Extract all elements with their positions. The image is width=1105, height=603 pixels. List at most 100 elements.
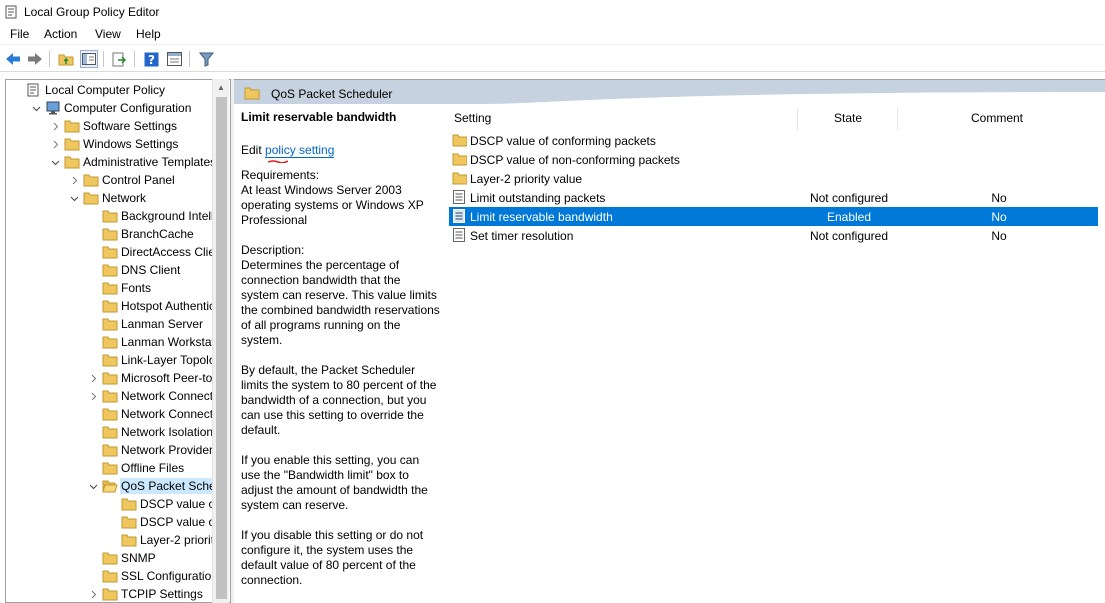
tree-item[interactable]: Lanman Server [6, 315, 215, 333]
scroll-up-icon[interactable]: ▲ [217, 83, 225, 92]
menu-file[interactable]: File [10, 27, 29, 41]
tree-item[interactable]: Fonts [6, 279, 215, 297]
tree-item[interactable]: DirectAccess Client I [6, 243, 215, 261]
folder-icon [452, 134, 467, 147]
tree-item[interactable]: Administrative Templates [6, 153, 215, 171]
column-separator[interactable] [797, 108, 798, 130]
column-header-setting[interactable]: Setting [454, 106, 491, 130]
tree-item[interactable]: Local Computer Policy [6, 81, 215, 99]
tree-item-label: Windows Settings [83, 137, 179, 151]
tree-item[interactable]: QoS Packet Schedul [6, 477, 215, 495]
folder-icon [102, 336, 118, 349]
column-header-comment[interactable]: Comment [971, 106, 1023, 130]
setting-row[interactable]: Layer-2 priority value [449, 169, 1098, 188]
tree-item[interactable]: Network [6, 189, 215, 207]
console-tree[interactable]: Local Computer Policy Computer Configurat… [5, 79, 230, 603]
show-hide-tree-icon [82, 53, 96, 65]
setting-row[interactable]: DSCP value of non-conforming packets [449, 150, 1098, 169]
properties-button[interactable] [165, 50, 183, 68]
folder-icon [83, 192, 99, 205]
tree-item[interactable]: Network Connection [6, 387, 215, 405]
tree-item-label: TCPIP Settings [121, 587, 203, 601]
tree-item-label: Background Intellige [121, 209, 215, 223]
folder-icon [452, 172, 467, 185]
setting-name: DSCP value of non-conforming packets [470, 153, 680, 167]
tree-item[interactable]: Background Intellige [6, 207, 215, 225]
tree-item[interactable]: Network Isolation [6, 423, 215, 441]
tree-item-label: Administrative Templates [83, 155, 215, 169]
setting-row[interactable]: Limit reservable bandwidth Enabled No [449, 207, 1098, 226]
folder-icon [102, 300, 118, 313]
tree-item[interactable]: Computer Configuration [6, 99, 215, 117]
tree-item-label: Lanman Workstation [121, 335, 215, 349]
column-separator[interactable] [897, 108, 898, 130]
computer-icon [46, 101, 60, 115]
help-button[interactable]: ? [142, 50, 160, 68]
menu-action[interactable]: Action [44, 27, 77, 41]
folder-icon [102, 246, 118, 259]
menu-help[interactable]: Help [136, 27, 161, 41]
tree-item-label: SNMP [121, 551, 156, 565]
tree-item[interactable]: Offline Files [6, 459, 215, 477]
setting-row[interactable]: Set timer resolution Not configured No [449, 226, 1098, 245]
tree-item[interactable]: Hotspot Authenticati [6, 297, 215, 315]
scrollbar-thumb[interactable] [216, 97, 227, 599]
chevron-down-icon[interactable] [69, 193, 79, 203]
tree-item[interactable]: DNS Client [6, 261, 215, 279]
chevron-down-icon[interactable] [31, 103, 41, 113]
tree-item[interactable]: Windows Settings [6, 135, 215, 153]
chevron-right-icon[interactable] [88, 391, 98, 401]
chevron-right-icon[interactable] [50, 139, 60, 149]
setting-comment: No [991, 229, 1007, 243]
setting-comment: No [991, 210, 1007, 224]
tree-item[interactable]: Microsoft Peer-to-P [6, 369, 215, 387]
folder-icon [121, 498, 137, 511]
chevron-right-icon[interactable] [88, 373, 98, 383]
extended-description: Limit reservable bandwidth Edit policy s… [241, 110, 441, 603]
setting-comment: No [991, 191, 1007, 205]
filter-button[interactable] [197, 50, 215, 68]
tree-item[interactable]: SNMP [6, 549, 215, 567]
show-hide-tree-button[interactable] [80, 50, 98, 68]
tree-item[interactable]: BranchCache [6, 225, 215, 243]
tree-item[interactable]: Lanman Workstation [6, 333, 215, 351]
tree-item[interactable]: Network Connectivi [6, 405, 215, 423]
folder-icon [102, 318, 118, 331]
back-button[interactable] [4, 50, 22, 68]
menu-view[interactable]: View [95, 27, 121, 41]
edit-policy-link[interactable]: policy setting [265, 143, 335, 158]
tree-item-label: Link-Layer Topology [121, 353, 215, 367]
tree-item[interactable]: DSCP value of co [6, 495, 215, 513]
tree-item[interactable]: Link-Layer Topology [6, 351, 215, 369]
tree-item[interactable]: SSL Configuration Se [6, 567, 215, 585]
export-list-button[interactable] [110, 50, 128, 68]
up-one-level-button[interactable] [57, 50, 75, 68]
description-default: By default, the Packet Scheduler limits … [241, 363, 437, 437]
column-header-state[interactable]: State [834, 106, 862, 130]
tree-item[interactable]: TCPIP Settings [6, 585, 215, 602]
tree-item[interactable]: Software Settings [6, 117, 215, 135]
forward-button[interactable] [26, 50, 44, 68]
tree-item-label: Network Isolation [121, 425, 214, 439]
folder-icon [102, 282, 118, 295]
folder-icon [102, 588, 118, 601]
filter-icon [198, 52, 214, 67]
chevron-down-icon[interactable] [50, 157, 60, 167]
tree-item[interactable]: Layer-2 priority v [6, 531, 215, 549]
chevron-right-icon[interactable] [88, 589, 98, 599]
tree-item[interactable]: Control Panel [6, 171, 215, 189]
tree-item[interactable]: DSCP value of no [6, 513, 215, 531]
chevron-down-icon[interactable] [88, 481, 98, 491]
chevron-right-icon[interactable] [50, 121, 60, 131]
edit-line: Edit policy setting [241, 143, 441, 158]
tree-item[interactable]: Network Provider [6, 441, 215, 459]
description-disable: If you disable this setting or do not co… [241, 528, 424, 587]
tree-scrollbar[interactable]: ▲ [212, 79, 229, 603]
tree-item-label: Microsoft Peer-to-P [121, 371, 215, 385]
chevron-right-icon[interactable] [69, 175, 79, 185]
setting-row[interactable]: DSCP value of conforming packets [449, 131, 1098, 150]
folder-icon [64, 156, 80, 169]
toolbar-separator [49, 51, 50, 67]
policy-document-icon [27, 83, 39, 97]
setting-row[interactable]: Limit outstanding packets Not configured N… [449, 188, 1098, 207]
